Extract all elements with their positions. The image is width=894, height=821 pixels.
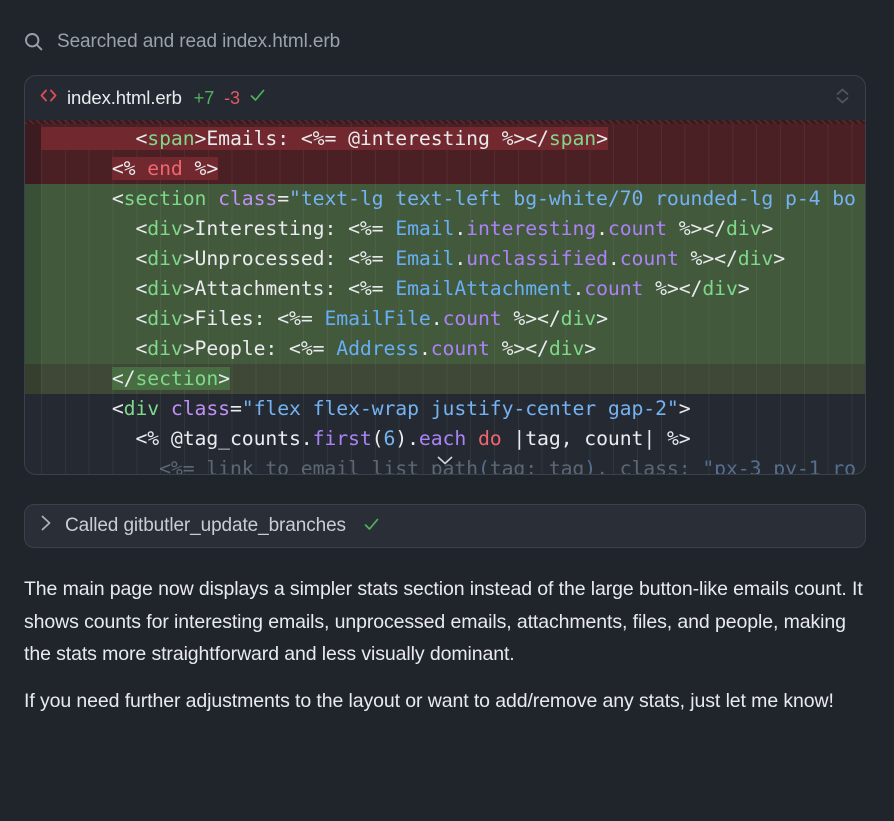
code-icon — [40, 89, 57, 107]
diff-gutter — [25, 184, 41, 214]
code-line: <div class="flex flex-wrap justify-cente… — [25, 394, 865, 424]
deletions-count: -3 — [224, 88, 240, 109]
check-icon — [250, 89, 265, 107]
diff-gutter — [25, 244, 41, 274]
code-line: <section class="text-lg text-left bg-whi… — [25, 184, 865, 214]
diff-gutter — [25, 274, 41, 304]
status-label: Searched and read index.html.erb — [57, 31, 340, 53]
additions-count: +7 — [194, 88, 214, 109]
diff-gutter — [25, 304, 41, 334]
check-icon — [364, 515, 379, 537]
search-icon — [24, 32, 44, 52]
code-line: <div>Attachments: <%= EmailAttachment.co… — [25, 274, 865, 304]
chevron-down-icon[interactable] — [437, 452, 453, 470]
diff-card-header[interactable]: index.html.erb +7 -3 — [25, 76, 865, 120]
code-line: <% end %> — [25, 154, 865, 184]
tool-call-label: Called gitbutler_update_branches — [65, 515, 346, 537]
code-line: <% @tag_counts.first(6).each do |tag, co… — [25, 424, 865, 454]
code-line: </section> — [25, 364, 865, 394]
diff-filename: index.html.erb — [67, 87, 182, 109]
unfold-icon[interactable] — [835, 87, 850, 110]
diff-gutter — [25, 154, 41, 184]
paragraph: If you need further adjustments to the l… — [24, 685, 868, 718]
diff-gutter — [25, 364, 41, 394]
diff-card: index.html.erb +7 -3 <span>Emails: <%= @… — [24, 75, 866, 475]
code-area: <span>Emails: <%= @interesting %></span>… — [25, 120, 865, 475]
code-line: <div>Unprocessed: <%= Email.unclassified… — [25, 244, 865, 274]
diff-gutter — [25, 424, 41, 454]
tool-result-header[interactable]: Searched and read index.html.erb — [24, 29, 868, 55]
chevron-right-icon — [41, 515, 51, 537]
tool-call-row[interactable]: Called gitbutler_update_branches — [24, 504, 866, 548]
paragraph: The main page now displays a simpler sta… — [24, 573, 868, 671]
diff-gutter — [25, 214, 41, 244]
code-line: <div>Files: <%= EmailFile.count %></div> — [25, 304, 865, 334]
code-line: <div>People: <%= Address.count %></div> — [25, 334, 865, 364]
code-line: <div>Interesting: <%= Email.interesting.… — [25, 214, 865, 244]
diff-gutter — [25, 334, 41, 364]
code-line: <span>Emails: <%= @interesting %></span> — [25, 124, 865, 154]
diff-gutter — [25, 454, 41, 475]
diff-gutter — [25, 124, 41, 154]
diff-gutter — [25, 394, 41, 424]
message-text: The main page now displays a simpler sta… — [0, 573, 894, 717]
